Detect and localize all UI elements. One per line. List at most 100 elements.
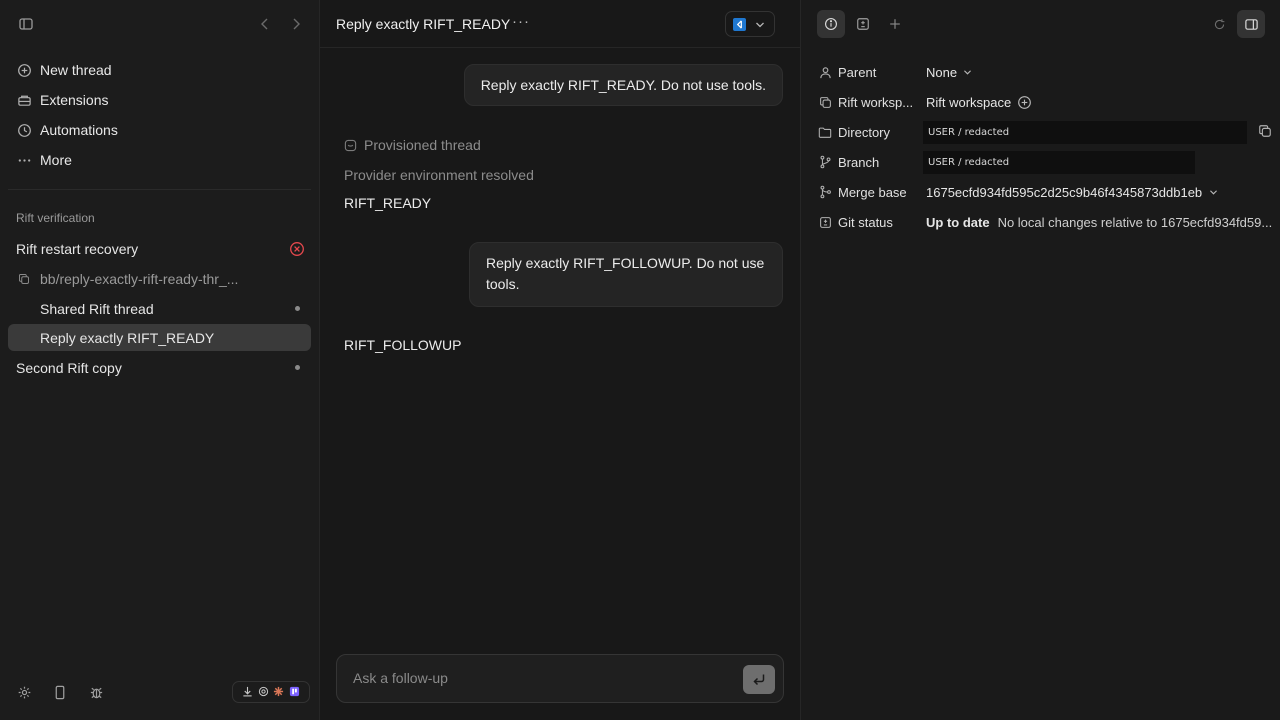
error-icon[interactable] xyxy=(289,241,305,260)
nav-label: More xyxy=(40,152,72,168)
thread-label: Shared Rift thread xyxy=(40,300,154,317)
mobile-device-icon[interactable] xyxy=(50,682,70,702)
info-tab[interactable] xyxy=(817,10,845,38)
openai-icon xyxy=(258,684,269,700)
message-text: Reply exactly RIFT_FOLLOWUP. Do not use … xyxy=(486,255,765,292)
add-workspace-icon[interactable] xyxy=(1017,95,1032,110)
workspace-value: Rift workspace xyxy=(926,95,1032,110)
git-status-detail: No local changes relative to 1675ecfd934… xyxy=(997,214,1273,230)
thread-label: Reply exactly RIFT_READY xyxy=(40,329,215,346)
row-label: Directory xyxy=(838,124,891,140)
workspace-copy-icon xyxy=(817,94,833,110)
status-environment: Provider environment resolved xyxy=(344,167,534,183)
row-git-status: Git status Up to date No local changes r… xyxy=(817,207,1272,237)
nav-label: Extensions xyxy=(40,92,109,108)
thread-label: Second Rift copy xyxy=(16,359,122,376)
row-label: Git status xyxy=(838,214,893,230)
message-text: Reply exactly RIFT_READY. Do not use too… xyxy=(480,76,766,93)
thread-options-icon[interactable]: ··· xyxy=(512,13,530,30)
chat-pane: Reply exactly RIFT_READY ··· Reply exact… xyxy=(320,0,800,720)
perplexity-icon xyxy=(289,684,300,700)
sidebar-footer xyxy=(0,672,319,720)
row-label: Branch xyxy=(838,154,880,170)
nav-label: Automations xyxy=(40,122,118,138)
panel-right-icon xyxy=(1244,18,1258,30)
git-branch-icon xyxy=(817,154,833,170)
row-label: Parent xyxy=(838,64,877,80)
extensions-icon xyxy=(16,92,32,108)
toggle-panel-button[interactable] xyxy=(1237,10,1265,38)
sidebar-toolbar xyxy=(16,14,307,34)
plus-icon xyxy=(890,19,900,29)
branch-label: bb/reply-exactly-rift-ready-thr_... xyxy=(40,270,239,287)
thread-second-rift-copy[interactable]: Second Rift copy xyxy=(8,354,311,381)
refresh-button[interactable] xyxy=(1205,10,1233,38)
merge-base-select[interactable]: 1675ecfd934fd595c2d25c9b46f4345873ddb1eb xyxy=(926,185,1218,200)
user-message: Reply exactly RIFT_READY. Do not use too… xyxy=(463,64,783,106)
settings-gear-icon[interactable] xyxy=(14,682,34,702)
diff-icon xyxy=(857,18,869,30)
automations-button[interactable]: Automations xyxy=(8,115,311,145)
nav-label: New thread xyxy=(40,62,112,78)
add-tab-button[interactable] xyxy=(881,10,909,38)
row-branch: Branch USER / redacted xyxy=(817,147,1268,177)
row-value: 1675ecfd934fd595c2d25c9b46f4345873ddb1eb xyxy=(926,184,1203,200)
row-directory: Directory USER / redacted xyxy=(817,117,1271,147)
thread-shared-rift[interactable]: Shared Rift thread xyxy=(8,295,311,322)
open-in-editor-button[interactable] xyxy=(725,11,775,37)
branch-item[interactable]: bb/reply-exactly-rift-ready-thr_... xyxy=(8,265,311,292)
chat-header: Reply exactly RIFT_READY ··· xyxy=(320,0,800,48)
forward-arrow-icon[interactable] xyxy=(286,14,306,34)
new-thread-button[interactable]: New thread xyxy=(8,55,311,85)
toggle-sidebar-icon[interactable] xyxy=(16,14,36,34)
copy-branch-icon xyxy=(8,272,30,286)
row-value: USER / redacted xyxy=(923,150,1195,174)
thread-label: Rift restart recovery xyxy=(16,240,139,257)
info-icon xyxy=(825,18,837,30)
section-label: Rift verification xyxy=(16,211,95,225)
status-dot xyxy=(295,365,300,370)
status-dot xyxy=(295,306,300,311)
thread-status-icon xyxy=(344,139,357,152)
git-merge-icon xyxy=(817,184,833,200)
enter-arrow-icon xyxy=(753,674,765,686)
user-message: Reply exactly RIFT_FOLLOWUP. Do not use … xyxy=(469,242,783,307)
vscode-icon xyxy=(733,17,746,31)
integrations-tray[interactable] xyxy=(232,681,310,703)
refresh-icon xyxy=(1214,18,1224,29)
download-icon xyxy=(242,684,253,700)
follow-up-input[interactable] xyxy=(353,670,723,686)
thread-rift-restart-recovery[interactable]: Rift restart recovery xyxy=(8,235,311,262)
chevron-down-icon xyxy=(964,69,972,75)
row-parent: Parent None xyxy=(817,57,1268,87)
thread-reply-rift-ready[interactable]: Reply exactly RIFT_READY xyxy=(8,324,311,351)
row-workspace: Rift worksp... Rift workspace xyxy=(817,87,1268,117)
composer xyxy=(336,654,784,703)
parent-select[interactable]: None xyxy=(926,65,972,80)
row-merge-base: Merge base 1675ecfd934fd595c2d25c9b46f43… xyxy=(817,177,1268,207)
directory-value: USER / redacted xyxy=(923,120,1247,144)
assistant-reply: RIFT_READY xyxy=(344,195,432,211)
copy-directory-icon[interactable] xyxy=(1258,124,1272,141)
back-arrow-icon[interactable] xyxy=(255,14,275,34)
more-dots-icon xyxy=(16,152,32,168)
row-value: USER / redacted xyxy=(923,120,1247,144)
git-status-badge: Up to date xyxy=(926,214,990,230)
extensions-button[interactable]: Extensions xyxy=(8,85,311,115)
row-value: Rift workspace xyxy=(926,94,1012,110)
folder-icon xyxy=(817,124,833,140)
more-button[interactable]: More xyxy=(8,145,311,175)
bug-icon[interactable] xyxy=(86,682,106,702)
branch-value: USER / redacted xyxy=(923,150,1195,174)
row-value: None xyxy=(926,64,958,80)
row-label: Merge base xyxy=(838,184,907,200)
status-text: Provisioned thread xyxy=(364,137,481,153)
details-panel: Parent None Rift worksp... Rift workspac… xyxy=(800,0,1280,720)
sidebar-nav: New thread Extensions Automations More xyxy=(8,55,311,175)
status-provisioned: Provisioned thread xyxy=(344,137,481,153)
diff-tab[interactable] xyxy=(849,10,877,38)
chevron-down-icon xyxy=(755,16,765,32)
send-button[interactable] xyxy=(743,665,775,694)
chat-title: Reply exactly RIFT_READY xyxy=(336,16,511,32)
chevron-down-icon xyxy=(1210,189,1218,195)
